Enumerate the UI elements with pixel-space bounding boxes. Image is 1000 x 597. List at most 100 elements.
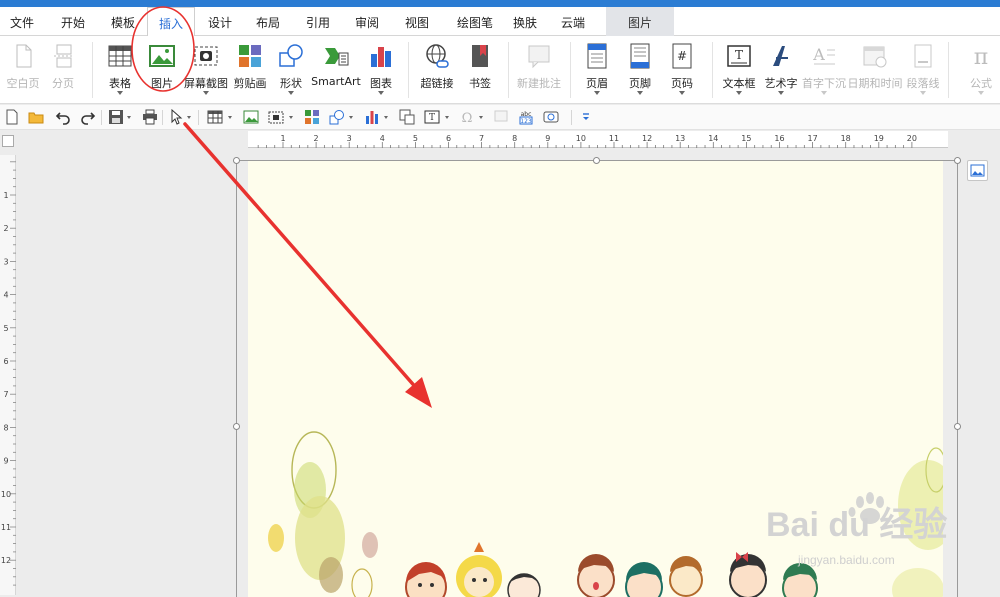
undo-icon[interactable] xyxy=(55,109,71,125)
ruler-tick-label: 7 xyxy=(479,134,484,143)
insert-chart-icon[interactable] xyxy=(364,109,380,125)
layout-options-button[interactable] xyxy=(967,160,988,181)
tab-home[interactable]: 开始 xyxy=(49,7,97,36)
resize-handle-top-center[interactable] xyxy=(593,157,600,164)
page-break-button[interactable]: 分页 xyxy=(40,40,86,100)
customize-toolbar-icon[interactable] xyxy=(578,109,594,125)
table-button[interactable]: 表格 xyxy=(97,40,143,100)
text-box-dropdown-caret[interactable] xyxy=(736,91,742,95)
new-document-icon[interactable] xyxy=(4,109,20,125)
hyperlink-quick-icon[interactable] xyxy=(543,109,559,125)
insert-picture-icon[interactable] xyxy=(243,109,259,125)
horizontal-line-dropdown-caret[interactable] xyxy=(920,91,926,95)
toolbar-separator xyxy=(101,110,102,125)
smartart-icon xyxy=(325,48,349,66)
drop-cap-button[interactable]: A 首字下沉 xyxy=(801,40,847,100)
tab-picture-tools[interactable]: 图片 xyxy=(606,7,674,36)
chart-dropdown-caret[interactable] xyxy=(378,91,384,95)
insert-object-icon[interactable] xyxy=(399,109,415,125)
ruler-tick-label: 14 xyxy=(708,134,718,143)
new-comment-button[interactable]: 新建批注 xyxy=(516,40,562,100)
save-dropdown-caret[interactable] xyxy=(127,116,131,119)
tab-skin[interactable]: 换肤 xyxy=(503,7,547,36)
picture-button[interactable]: 图片 xyxy=(139,40,185,100)
select-dropdown-caret[interactable] xyxy=(187,116,191,119)
tab-cloud[interactable]: 云端 xyxy=(551,7,595,36)
screenshot-dropdown-caret[interactable] xyxy=(203,91,209,95)
insert-shapes-icon[interactable] xyxy=(329,109,345,125)
symbol-quick-dropdown-caret[interactable] xyxy=(479,116,483,119)
svg-text:123: 123 xyxy=(520,118,532,125)
vertical-ruler-ticks: 123456789101112 xyxy=(1,161,16,586)
equation-dropdown-caret[interactable] xyxy=(978,91,984,95)
insert-table-icon[interactable] xyxy=(207,109,223,125)
tab-view[interactable]: 视图 xyxy=(393,7,441,36)
chart-quick-dropdown-caret[interactable] xyxy=(384,116,388,119)
select-pointer-icon[interactable] xyxy=(168,109,184,125)
ruler-tick-label: 18 xyxy=(841,134,851,143)
shapes-dropdown-caret[interactable] xyxy=(288,91,294,95)
bookmark-icon xyxy=(472,45,488,67)
screenshot-button[interactable]: 屏幕截图 xyxy=(183,40,229,100)
horizontal-ruler[interactable]: 1 2 3 4 5 6 7 8 9 10 11 12 13 14 15 16 17 18 19 20 xyxy=(248,131,948,148)
bookmark-button[interactable]: 书签 xyxy=(457,40,503,100)
resize-handle-middle-right[interactable] xyxy=(954,423,961,430)
tab-insert[interactable]: 插入 xyxy=(147,7,195,37)
redo-icon[interactable] xyxy=(80,109,96,125)
quick-access-toolbar: T Ω abc 123 xyxy=(0,105,1000,130)
print-icon[interactable] xyxy=(142,109,158,125)
ruler-tick-label: 4 xyxy=(380,134,385,143)
tab-design[interactable]: 设计 xyxy=(198,7,242,36)
insert-clipart-icon[interactable] xyxy=(304,109,320,125)
new-comment-label: 新建批注 xyxy=(517,77,561,90)
shapes-button[interactable]: 形状 xyxy=(268,40,314,100)
header-button[interactable]: 页眉 xyxy=(574,40,620,100)
chart-button[interactable]: 图表 xyxy=(358,40,404,100)
shapes-quick-dropdown-caret[interactable] xyxy=(349,116,353,119)
resize-handle-top-right[interactable] xyxy=(954,157,961,164)
comment-quick-icon[interactable] xyxy=(493,109,509,125)
smartart-button[interactable]: SmartArt xyxy=(311,40,361,100)
horizontal-line-button[interactable]: 段落线 xyxy=(900,40,946,100)
tab-references[interactable]: 引用 xyxy=(296,7,340,36)
insert-text-box-icon[interactable]: T xyxy=(424,109,440,125)
tab-file[interactable]: 文件 xyxy=(0,7,44,36)
tab-review[interactable]: 审阅 xyxy=(345,7,389,36)
baidu-jingyan-watermark: Bai du 经验 jingyan.baidu.com xyxy=(766,490,996,580)
svg-text:T: T xyxy=(735,48,743,62)
cartoon-kid-1 xyxy=(405,562,447,597)
text-box-button[interactable]: T 文本框 xyxy=(716,40,762,100)
vertical-ruler[interactable]: 1 2 3 4 5 6 7 8 9 10 11 12 xyxy=(0,155,16,595)
header-dropdown-caret[interactable] xyxy=(594,91,600,95)
ruler-tick-label: 16 xyxy=(774,134,784,143)
table-quick-dropdown-caret[interactable] xyxy=(228,116,232,119)
footer-button[interactable]: 页脚 xyxy=(617,40,663,100)
save-icon[interactable] xyxy=(108,109,124,125)
baidu-paw-logo: Bai du 经验 jingyan.baidu.com xyxy=(766,492,947,567)
omega-symbol-icon[interactable]: Ω xyxy=(459,109,475,125)
text-box-quick-dropdown-caret[interactable] xyxy=(445,116,449,119)
comment-icon xyxy=(528,45,550,69)
tab-stop-selector[interactable] xyxy=(2,135,14,147)
hyperlink-button[interactable]: 超链接 xyxy=(414,40,460,100)
wordart-icon xyxy=(773,46,788,66)
table-dropdown-caret[interactable] xyxy=(117,91,123,95)
wordart-button[interactable]: 艺术字 xyxy=(758,40,804,100)
screenshot-quick-dropdown-caret[interactable] xyxy=(289,116,293,119)
wordart-dropdown-caret[interactable] xyxy=(778,91,784,95)
resize-handle-middle-left[interactable] xyxy=(233,423,240,430)
field-code-icon[interactable]: abc123 xyxy=(518,109,534,125)
drop-cap-dropdown-caret[interactable] xyxy=(821,91,827,95)
date-time-button[interactable]: 日期和时间 xyxy=(848,40,903,100)
page-number-button[interactable]: # 页码 xyxy=(659,40,705,100)
open-folder-icon[interactable] xyxy=(28,109,44,125)
tab-layout[interactable]: 布局 xyxy=(246,7,290,36)
footer-dropdown-caret[interactable] xyxy=(637,91,643,95)
resize-handle-top-left[interactable] xyxy=(233,157,240,164)
clipart-button[interactable]: 剪贴画 xyxy=(227,40,273,100)
equation-button[interactable]: π 公式 xyxy=(958,40,1000,100)
insert-screenshot-icon[interactable] xyxy=(268,109,284,125)
page-number-dropdown-caret[interactable] xyxy=(679,91,685,95)
tab-draw[interactable]: 绘图笔 xyxy=(446,7,504,36)
tab-template[interactable]: 模板 xyxy=(101,7,145,36)
